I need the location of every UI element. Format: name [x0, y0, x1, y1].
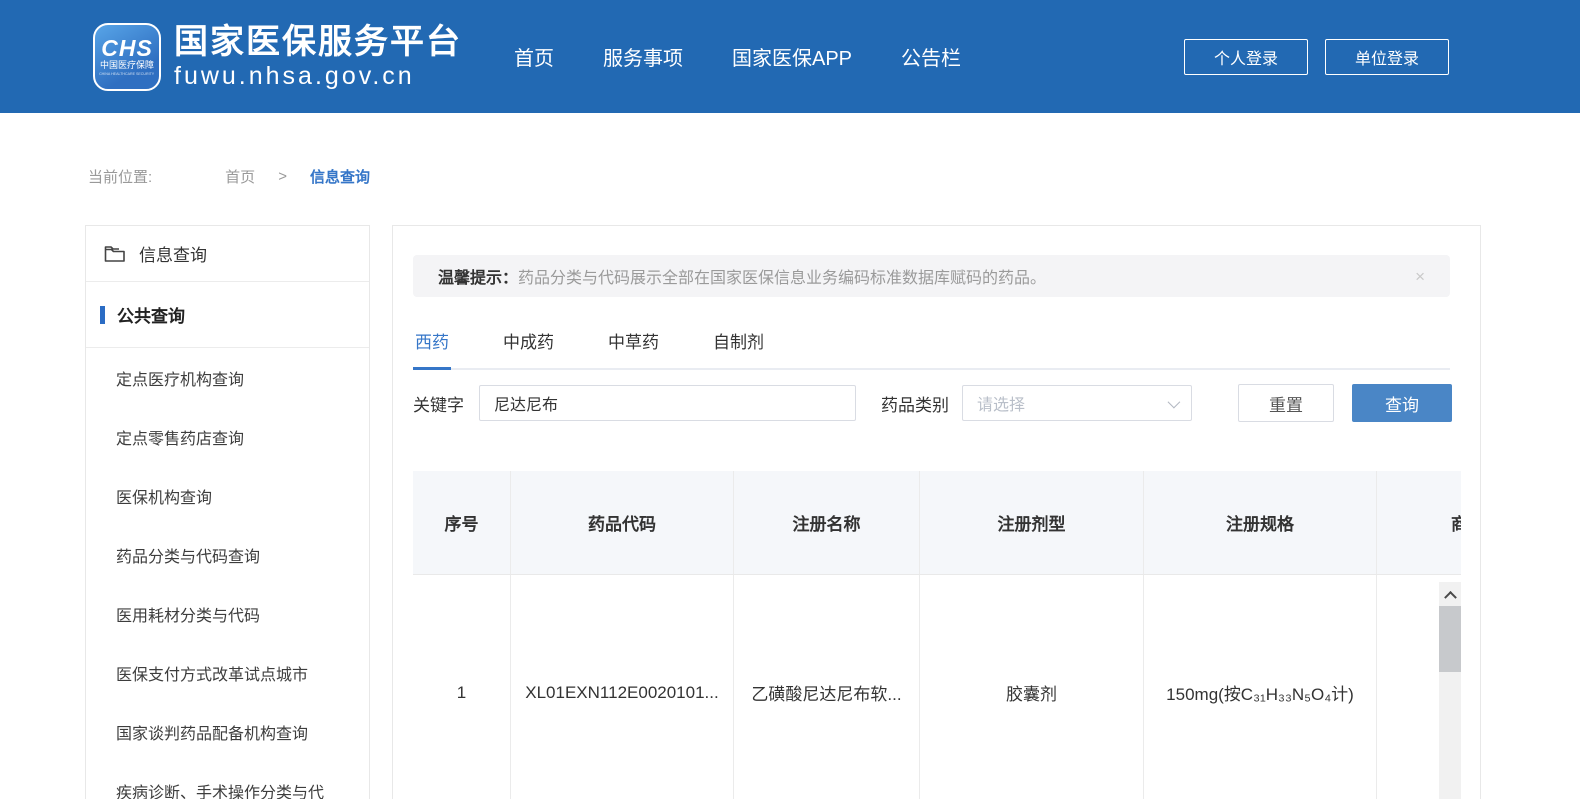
table-scrollbar[interactable] — [1439, 582, 1461, 799]
drug-category-label: 药品类别 — [881, 391, 949, 416]
site-domain: fuwu.nhsa.gov.cn — [174, 61, 462, 91]
keyword-label: 关键字 — [413, 391, 464, 416]
notice-title: 温馨提示： — [438, 264, 518, 288]
col-header-drug-code: 药品代码 — [511, 471, 734, 574]
cell-registered-name: 乙磺酸尼达尼布软... — [734, 575, 920, 799]
logo-badge-subtitle: 中国医疗保障 — [100, 60, 154, 71]
cell-dosage-form: 胶囊剂 — [920, 575, 1144, 799]
nav-services[interactable]: 服务事项 — [603, 42, 683, 71]
cell-index: 1 — [413, 575, 511, 799]
main-nav: 首页 服务事项 国家医保APP 公告栏 — [514, 42, 961, 71]
site-logo[interactable]: CHS 中国医疗保障 CHINA HEALTHCARE SECURITY 国家医… — [93, 23, 462, 91]
sidebar-section-label: 公共查询 — [117, 302, 185, 327]
site-title: 国家医保服务平台 — [174, 23, 462, 61]
table-header-row: 序号 药品代码 注册名称 注册剂型 注册规格 商品名 — [413, 471, 1461, 575]
main-content-panel: 温馨提示： 药品分类与代码展示全部在国家医保信息业务编码标准数据库赋码的药品。 … — [392, 225, 1481, 799]
table-row[interactable]: 1 XL01EXN112E0020101... 乙磺酸尼达尼布软... 胶囊剂 … — [413, 575, 1461, 799]
breadcrumb: 当前位置: 首页 > 信息查询 — [88, 166, 370, 187]
sidebar-item-designated-retail-pharmacies[interactable]: 定点零售药店查询 — [86, 407, 369, 466]
breadcrumb-home[interactable]: 首页 — [225, 166, 255, 187]
sidebar-item-negotiated-drug-institutions[interactable]: 国家谈判药品配备机构查询 — [86, 702, 369, 761]
site-header: CHS 中国医疗保障 CHINA HEALTHCARE SECURITY 国家医… — [0, 0, 1580, 113]
sidebar-section-public-query[interactable]: 公共查询 — [86, 282, 369, 348]
logo-badge-title: CHS — [101, 36, 153, 60]
nav-announcements[interactable]: 公告栏 — [901, 42, 961, 71]
scroll-up-icon[interactable] — [1439, 582, 1461, 606]
col-header-dosage-form: 注册剂型 — [920, 471, 1144, 574]
col-header-trade-name: 商品名 — [1377, 471, 1461, 574]
sidebar: 信息查询 公共查询 定点医疗机构查询 定点零售药店查询 医保机构查询 药品分类与… — [85, 225, 370, 799]
breadcrumb-prefix: 当前位置: — [88, 166, 152, 187]
drug-category-tabs: 西药 中成药 中草药 自制剂 — [413, 322, 1450, 370]
tab-western-medicine[interactable]: 西药 — [413, 322, 451, 370]
notice-banner: 温馨提示： 药品分类与代码展示全部在国家医保信息业务编码标准数据库赋码的药品。 … — [413, 255, 1450, 297]
cell-drug-code: XL01EXN112E0020101... — [511, 575, 734, 799]
sidebar-item-drug-classification-codes[interactable]: 药品分类与代码查询 — [86, 525, 369, 584]
tab-chinese-patent-medicine[interactable]: 中成药 — [501, 322, 556, 368]
sidebar-item-payment-reform-pilot-cities[interactable]: 医保支付方式改革试点城市 — [86, 643, 369, 702]
folder-icon — [104, 245, 126, 263]
keyword-input[interactable] — [479, 385, 856, 421]
tab-chinese-herbal-medicine[interactable]: 中草药 — [606, 322, 661, 368]
sidebar-item-info-query[interactable]: 信息查询 — [86, 226, 369, 282]
breadcrumb-separator-icon: > — [278, 168, 287, 185]
sidebar-item-medical-consumables-codes[interactable]: 医用耗材分类与代码 — [86, 584, 369, 643]
col-header-specification: 注册规格 — [1144, 471, 1377, 574]
auth-buttons: 个人登录 单位登录 — [1184, 39, 1449, 75]
breadcrumb-current: 信息查询 — [310, 166, 370, 187]
search-button[interactable]: 查询 — [1352, 384, 1452, 422]
results-table: 序号 药品代码 注册名称 注册剂型 注册规格 商品名 1 XL01EXN112E… — [413, 471, 1461, 799]
sidebar-root-label: 信息查询 — [139, 241, 207, 266]
cell-specification: 150mg(按C₃₁H₃₃N₅O₄计) — [1144, 575, 1377, 799]
unit-login-button[interactable]: 单位登录 — [1325, 39, 1449, 75]
reset-button[interactable]: 重置 — [1238, 384, 1334, 422]
chevron-down-icon — [1168, 395, 1181, 408]
sidebar-item-designated-medical-institutions[interactable]: 定点医疗机构查询 — [86, 348, 369, 407]
nav-home[interactable]: 首页 — [514, 42, 554, 71]
sidebar-item-disease-diagnosis-codes[interactable]: 疾病诊断、手术操作分类与代 — [86, 761, 369, 799]
personal-login-button[interactable]: 个人登录 — [1184, 39, 1308, 75]
col-header-index: 序号 — [413, 471, 511, 574]
tab-self-prepared[interactable]: 自制剂 — [711, 322, 766, 368]
scrollbar-thumb[interactable] — [1439, 606, 1461, 672]
select-placeholder: 请选择 — [977, 391, 1025, 415]
col-header-registered-name: 注册名称 — [734, 471, 920, 574]
notice-message: 药品分类与代码展示全部在国家医保信息业务编码标准数据库赋码的药品。 — [518, 264, 1046, 288]
search-filter-bar: 关键字 药品类别 请选择 重置 查询 — [413, 384, 1452, 422]
drug-category-select[interactable]: 请选择 — [962, 385, 1192, 421]
nav-app[interactable]: 国家医保APP — [732, 42, 852, 71]
sidebar-item-insurance-agencies[interactable]: 医保机构查询 — [86, 466, 369, 525]
logo-badge-caption: CHINA HEALTHCARE SECURITY — [99, 71, 154, 76]
active-section-marker — [100, 306, 105, 324]
close-icon[interactable]: × — [1415, 268, 1425, 285]
chs-logo-icon: CHS 中国医疗保障 CHINA HEALTHCARE SECURITY — [93, 23, 161, 91]
